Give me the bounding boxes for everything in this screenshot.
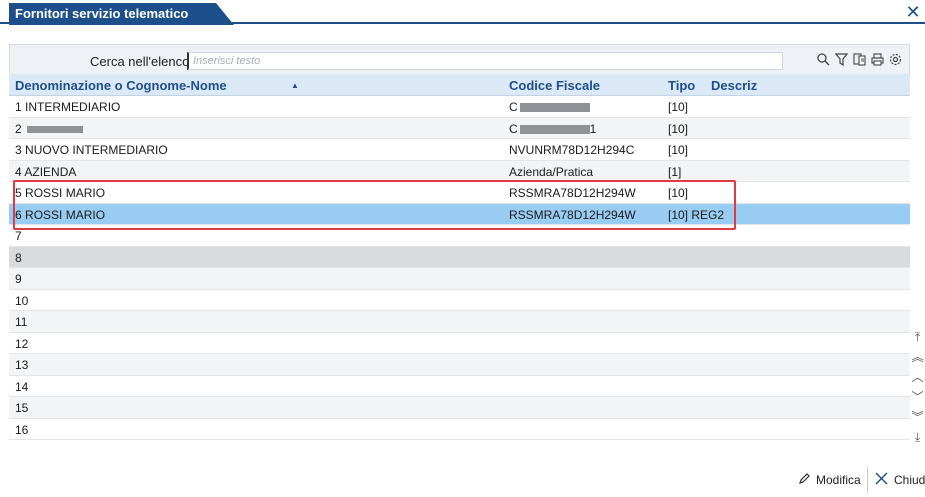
row-cf: C [509,100,518,114]
table-row[interactable]: 15 [9,397,910,419]
row-tipo: [10] [668,143,689,157]
table-row[interactable]: 8 [9,246,910,268]
close-icon[interactable]: ✕ [905,3,921,21]
row-cf: C [509,121,518,136]
table-header: Denominazione o Cognome-Nome ▲ Codice Fi… [9,74,910,96]
row-cf: NVUNRM78D12H294C [509,143,635,157]
row-number: 8 [15,250,22,265]
window-title: Fornitori servizio telematico [9,3,234,25]
redacted-block [27,125,84,133]
search-row: Cerca nell'elenco Inserisci testo [9,47,910,73]
settings-icon[interactable] [888,53,902,67]
row-name: ROSSI MARIO [25,186,106,200]
row-number: 1 [15,100,22,114]
table-row[interactable]: 4 AZIENDA Azienda/Pratica [1] [9,160,910,182]
dialog-window: Fornitori servizio telematico ✕ Cerca ne… [0,0,925,497]
column-header-tipo[interactable]: Tipo [668,78,695,93]
row-number: 11 [15,315,28,329]
table-row[interactable]: 1 INTERMEDIARIO C [10] [9,96,910,118]
close-icon [875,472,888,488]
table-row[interactable]: 13 [9,354,910,376]
row-number: 2 [15,121,22,136]
row-tipo: [10] [668,100,689,114]
table-row[interactable]: 16 [9,418,910,440]
table-row[interactable]: 11 [9,311,910,333]
row-cf-suffix: 1 [589,121,597,136]
row-name: AZIENDA [24,164,77,179]
title-bar: Fornitori servizio telematico ✕ [0,0,925,25]
row-number: 3 [15,143,22,157]
print-icon[interactable] [870,53,884,67]
modify-label: Modifica [816,473,861,487]
row-number: 15 [15,401,29,415]
footer-divider [867,467,868,493]
row-tipo: [10] [668,207,689,222]
row-number: 5 [15,186,22,200]
pencil-icon [798,472,810,488]
redacted-block [519,103,590,113]
row-tipo: [1] [668,164,682,179]
table-row[interactable]: 12 [9,332,910,354]
table-row[interactable]: 2 C 1 [10] [9,117,910,139]
scroll-down-icon[interactable]: ﹀ [910,388,925,406]
table-row[interactable]: 5 ROSSI MARIO RSSMRA78D12H294W [10] [9,182,910,204]
row-cf: Azienda/Pratica [509,164,594,179]
row-name: NUOVO INTERMEDIARIO [25,143,168,157]
modify-button[interactable]: Modifica [798,470,861,490]
row-cf: RSSMRA78D12H294W [509,186,636,200]
scroll-up-icon[interactable]: ︿ [910,368,925,386]
table-row[interactable]: 3 NUOVO INTERMEDIARIO NVUNRM78D12H294C [… [9,139,910,161]
search-input[interactable]: Inserisci testo [187,52,783,70]
table-row-selected[interactable]: 6 ROSSI MARIO RSSMRA78D12H294W [10] REG2 [9,203,910,225]
scroll-page-down-icon[interactable]: ︾ [910,408,925,426]
row-descr: REG2 [691,207,725,222]
close-label: Chiud [894,473,925,487]
row-number: 4 [15,164,22,179]
scroll-page-up-icon[interactable]: ︽ [910,348,925,366]
table-row[interactable]: 14 [9,375,910,397]
row-cf: RSSMRA78D12H294W [509,207,636,222]
redacted-block [519,124,590,134]
table-row[interactable]: 7 [9,225,910,247]
row-tipo: [10] [668,186,689,200]
sort-ascending-icon[interactable]: ▲ [291,81,299,90]
scroll-top-icon[interactable]: ⤒ [910,328,925,346]
row-number: 16 [15,422,29,437]
row-number: 13 [15,358,29,372]
vertical-scrollbar[interactable]: ⤒ ︽ ︿ ﹀ ︾ ⤓ [910,44,925,444]
column-header-descr[interactable]: Descriz [711,78,757,93]
filter-icon[interactable] [834,53,848,67]
table-row[interactable]: 10 [9,289,910,311]
column-header-name[interactable]: Denominazione o Cognome-Nome [15,78,227,93]
search-label: Cerca nell'elenco [90,54,190,69]
row-number: 9 [15,272,22,286]
table-row[interactable]: 9 [9,268,910,290]
row-number: 14 [15,379,29,394]
row-number: 6 [15,207,22,222]
row-tipo: [10] [668,121,689,136]
export-icon[interactable] [852,53,866,67]
close-button[interactable]: Chiud [875,470,925,490]
row-number: 10 [15,293,29,308]
suppliers-table: Denominazione o Cognome-Nome ▲ Codice Fi… [9,74,910,440]
row-name: ROSSI MARIO [25,207,106,222]
row-number: 12 [15,336,29,351]
row-name: INTERMEDIARIO [25,100,121,114]
toolbar-icons [816,53,902,69]
column-header-cf[interactable]: Codice Fiscale [509,78,600,93]
search-icon[interactable] [816,53,830,67]
scroll-bottom-icon[interactable]: ⤓ [910,428,925,446]
row-number: 7 [15,229,22,243]
